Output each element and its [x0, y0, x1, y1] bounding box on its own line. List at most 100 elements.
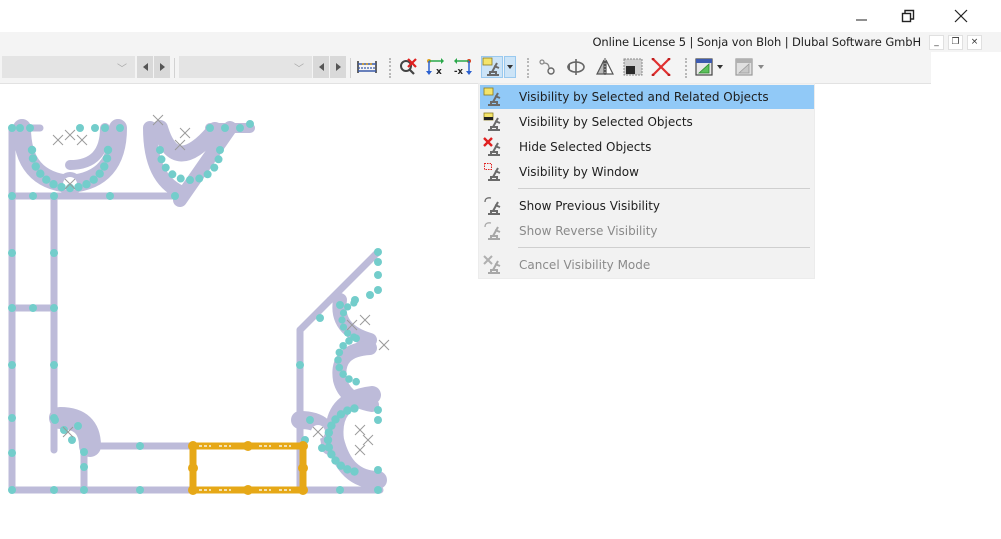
load-case-combo[interactable]: ﹀ [2, 56, 135, 78]
selected-members-layer [188, 441, 308, 495]
visibility-mode-dropdown[interactable] [504, 56, 516, 78]
arrow-left-icon [318, 63, 324, 71]
local-axis-x-button[interactable]: x [424, 56, 446, 78]
visibility-mode-button[interactable] [481, 56, 503, 78]
menu-separator [518, 247, 810, 248]
node [95, 169, 104, 178]
beam-grid-icon [357, 61, 377, 73]
menu-item-show-reverse-visibility[interactable]: Show Reverse Visibility [480, 219, 814, 243]
node [8, 449, 16, 457]
chevron-down-icon: ﹀ [294, 64, 304, 75]
node [336, 486, 344, 494]
node [27, 145, 37, 155]
next-button[interactable] [154, 56, 170, 78]
document-restore-button[interactable]: ❐ [948, 35, 963, 50]
node [36, 169, 45, 178]
connect-nodes-button[interactable] [537, 56, 559, 78]
document-close-button[interactable]: × [967, 35, 982, 50]
node [195, 174, 204, 183]
node [343, 406, 352, 415]
node [374, 271, 382, 279]
deselect-button[interactable] [397, 56, 419, 78]
selected-node [298, 463, 308, 473]
reverse-visibility-icon [483, 221, 503, 241]
view-settings-disabled-button[interactable] [733, 56, 755, 78]
node [8, 414, 16, 422]
minimize-button[interactable] [839, 0, 885, 32]
toolbar: ﹀ ﹀ x -x [0, 52, 931, 84]
selected-node [298, 485, 308, 495]
selected-node [298, 441, 308, 451]
node [8, 361, 16, 369]
node [210, 163, 219, 172]
node [80, 486, 88, 494]
menu-item-visibility-by-selected-objects[interactable]: Visibility by Selected Objects [480, 110, 814, 134]
menu-item-cancel-visibility-mode[interactable]: Cancel Visibility Mode [480, 253, 814, 277]
toolbar-grip[interactable] [527, 58, 529, 78]
menu-item-label: Show Previous Visibility [519, 199, 661, 213]
delete-x-icon [651, 58, 671, 76]
delete-button[interactable] [650, 56, 672, 78]
node [206, 124, 214, 132]
restore-button[interactable] [885, 0, 931, 32]
toolbar-grip[interactable] [685, 58, 687, 78]
menu-item-show-previous-visibility[interactable]: Show Previous Visibility [480, 194, 814, 218]
node [31, 162, 40, 171]
mirror-button[interactable] [594, 56, 616, 78]
node [366, 291, 374, 299]
view-settings-disabled-dropdown[interactable] [755, 56, 767, 78]
close-icon [954, 9, 968, 23]
close-button[interactable] [938, 0, 984, 32]
document-minimize-button[interactable]: _ [929, 35, 944, 50]
rotate-button[interactable] [565, 56, 587, 78]
node [89, 175, 98, 184]
menu-item-visibility-by-window[interactable]: Visibility by Window [480, 160, 814, 184]
node [80, 463, 88, 471]
license-bar: Online License 5 | Sonja von Bloh | Dlub… [0, 32, 1001, 52]
node [344, 303, 352, 311]
node [8, 486, 16, 494]
toolbar-separator [174, 58, 175, 78]
toolbar-grip[interactable] [389, 58, 391, 78]
node [50, 304, 58, 312]
node [374, 258, 382, 266]
next-button[interactable] [330, 56, 346, 78]
node [57, 182, 66, 192]
result-combo[interactable]: ﹀ [179, 56, 312, 78]
node [16, 124, 24, 132]
menu-item-label: Hide Selected Objects [519, 140, 652, 154]
previous-button[interactable] [313, 56, 329, 78]
node [8, 249, 16, 257]
toolbar-separator [350, 58, 351, 78]
node [352, 377, 360, 386]
node [186, 176, 194, 184]
node [28, 154, 38, 163]
node [74, 182, 83, 192]
local-axis-minus-x-button[interactable]: -x [452, 56, 474, 78]
view-settings-button[interactable] [693, 56, 715, 78]
previous-button[interactable] [137, 56, 153, 78]
view-settings-dropdown[interactable] [714, 56, 726, 78]
node [74, 422, 82, 430]
node [91, 124, 99, 132]
select-window-button[interactable] [622, 56, 644, 78]
menu-item-visibility-by-selected-and-related-objects[interactable]: Visibility by Selected and Related Objec… [480, 85, 814, 109]
node [116, 124, 124, 132]
beam-grid-button[interactable] [356, 56, 378, 78]
visibility-selected-related-icon [483, 87, 503, 107]
node [42, 175, 51, 184]
node [8, 304, 16, 312]
node [68, 436, 76, 444]
menu-item-label: Visibility by Selected and Related Objec… [519, 90, 769, 104]
node [316, 314, 324, 322]
menu-item-hide-selected-objects[interactable]: Hide Selected Objects [480, 135, 814, 159]
mirror-icon [596, 58, 614, 76]
node [80, 448, 88, 456]
connect-nodes-icon [539, 59, 555, 75]
node [50, 486, 58, 494]
node [374, 416, 382, 424]
caret-down-icon [717, 65, 723, 69]
caret-down-icon [758, 65, 764, 69]
node [203, 170, 212, 179]
node [336, 301, 344, 309]
